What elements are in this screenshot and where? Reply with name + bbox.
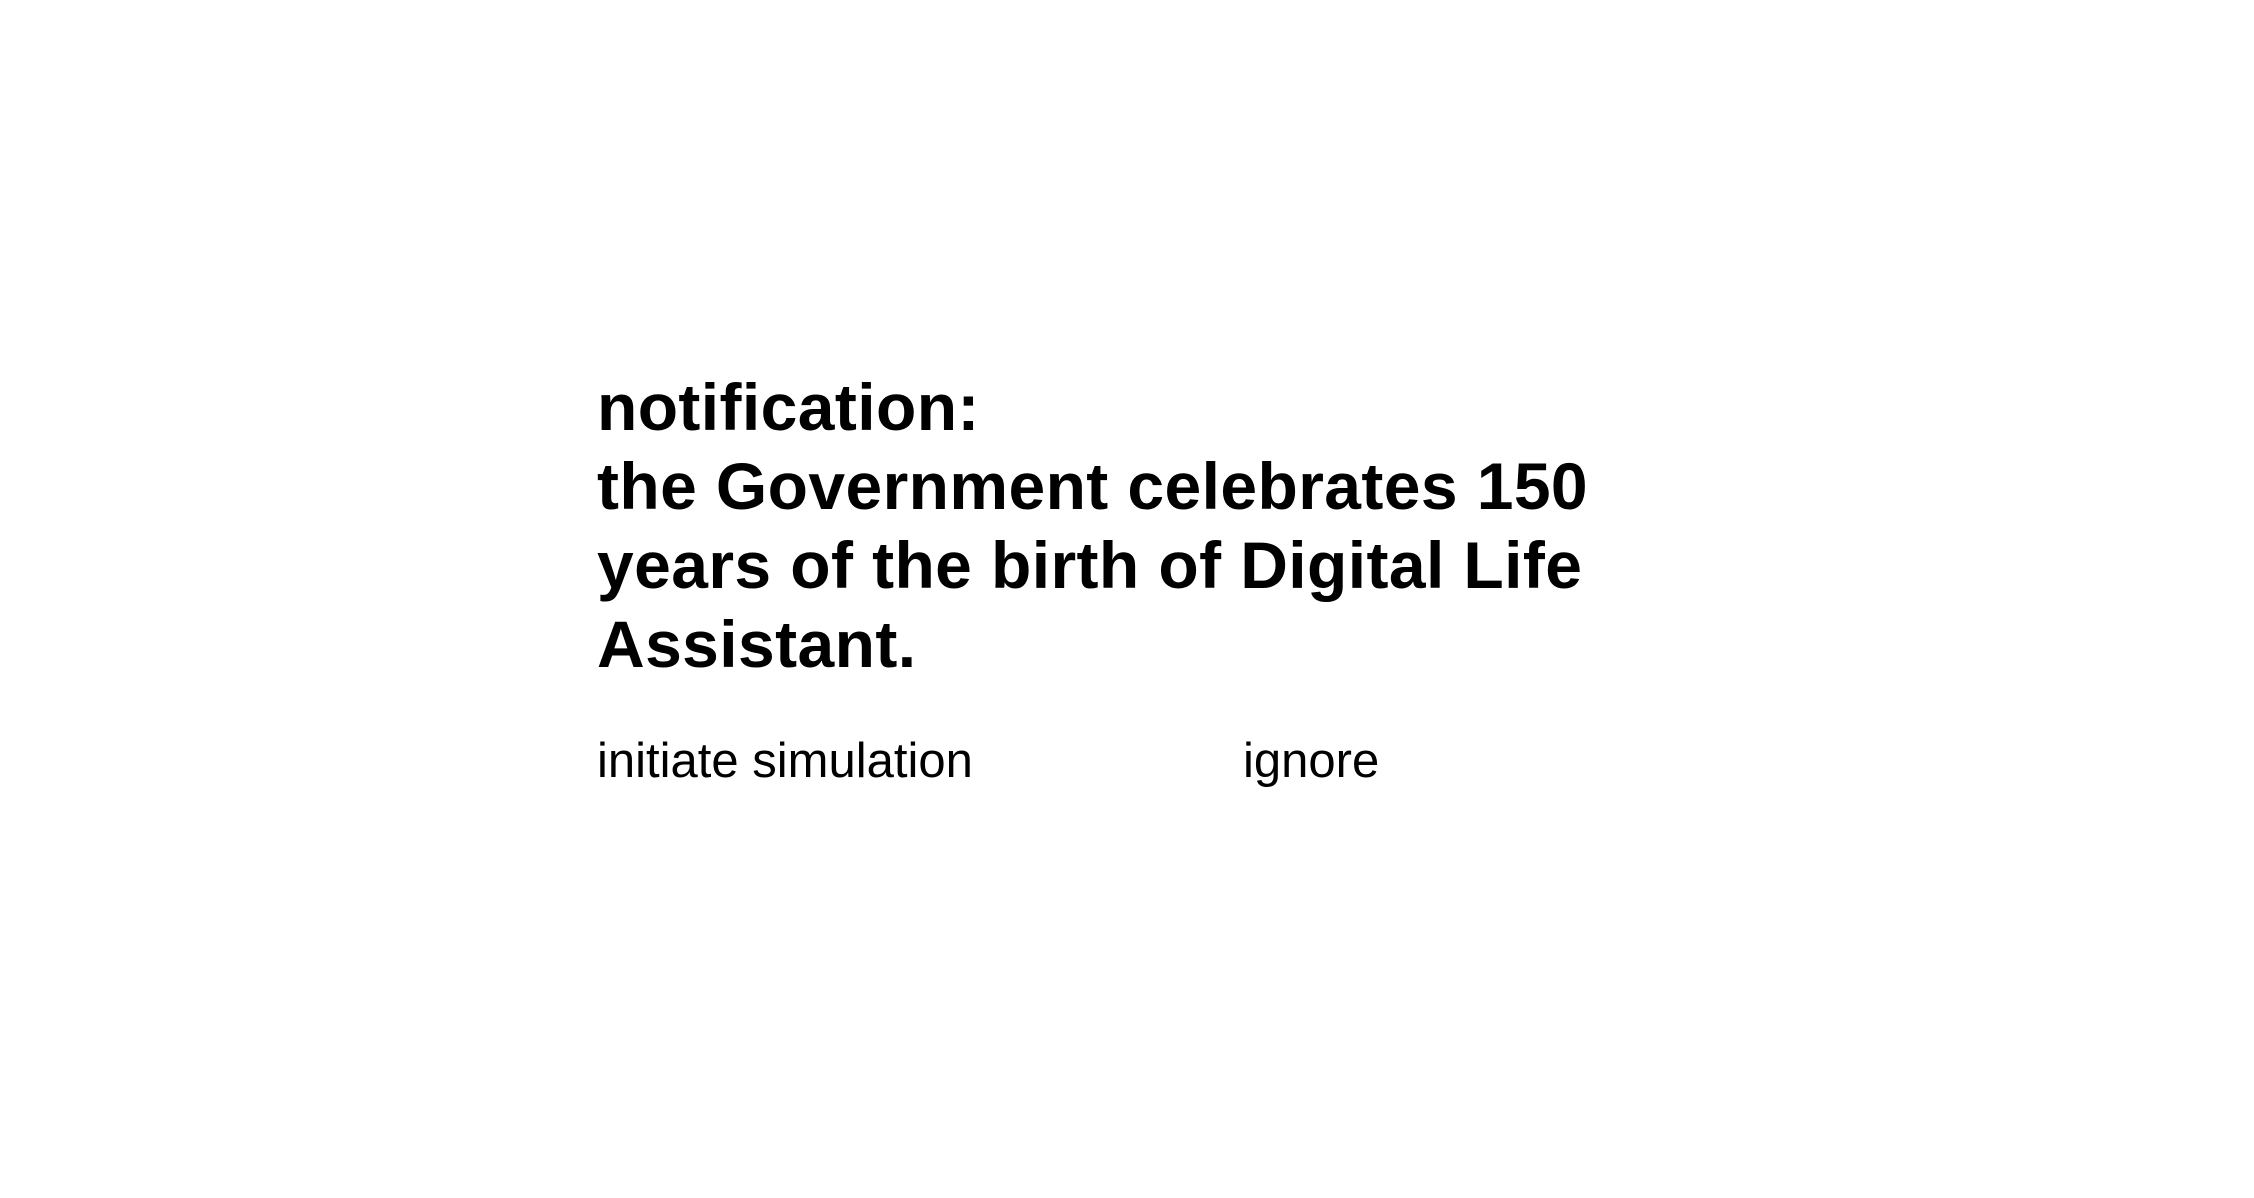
ignore-button[interactable]: ignore bbox=[1243, 730, 1379, 792]
notification-message: notification: the Government celebrates … bbox=[597, 368, 1797, 684]
notification-line: the Government celebrates 150 bbox=[597, 449, 1589, 523]
notification-line: Assistant. bbox=[597, 607, 917, 681]
notification-label: notification: bbox=[597, 370, 980, 444]
notification-panel: notification: the Government celebrates … bbox=[597, 368, 1797, 684]
notification-screen: notification: the Government celebrates … bbox=[0, 0, 2254, 1198]
initiate-simulation-button[interactable]: initiate simulation bbox=[597, 730, 973, 792]
notification-line: years of the birth of Digital Life bbox=[597, 528, 1583, 602]
